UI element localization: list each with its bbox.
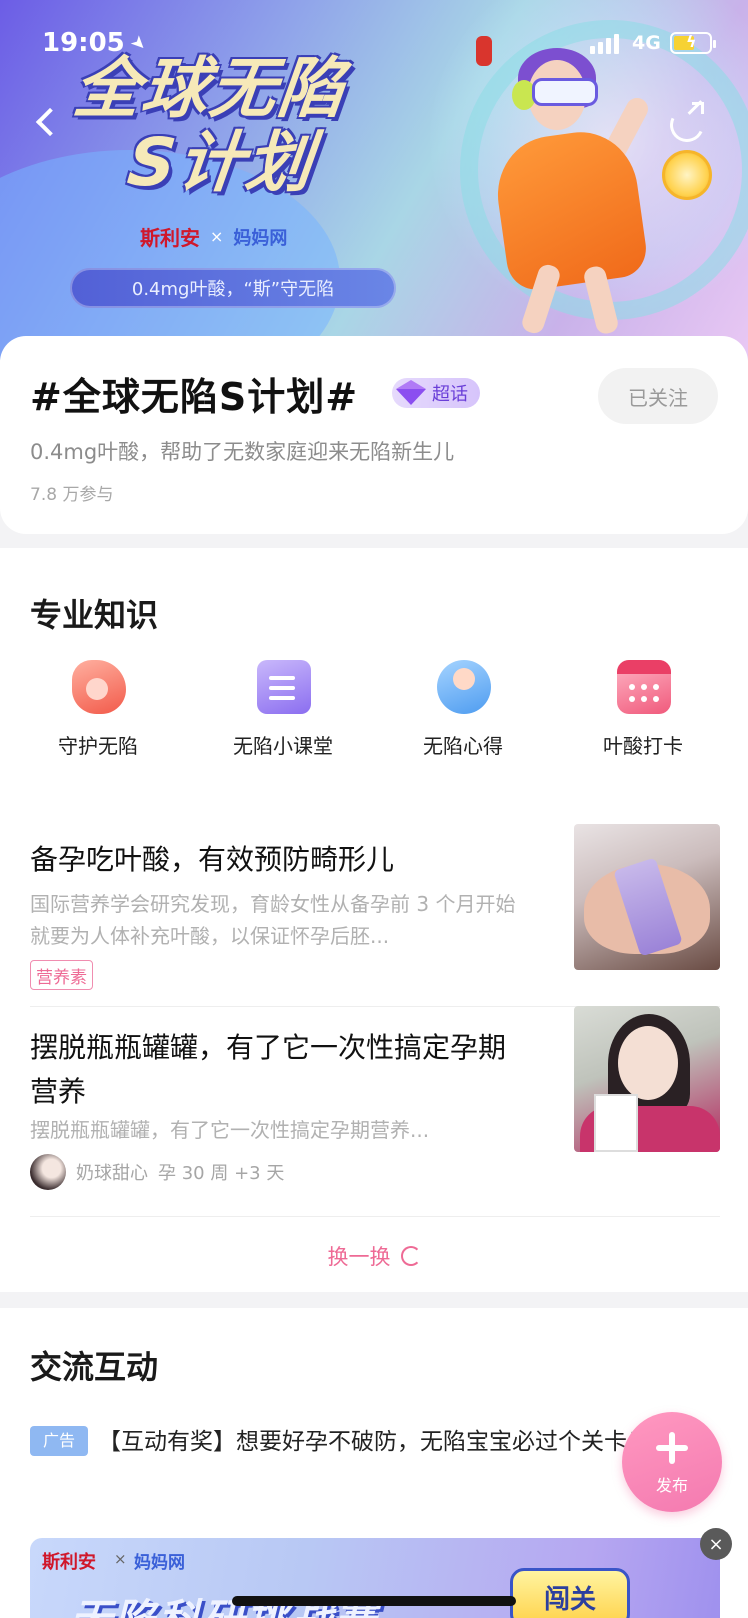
super-topic-badge: 超话 (392, 378, 480, 408)
battery-icon: ϟ (670, 32, 716, 54)
topic-description: 0.4mg叶酸，帮助了无数家庭迎来无陷新生儿 (30, 440, 455, 464)
home-indicator[interactable] (232, 1596, 516, 1606)
brand-logo-sirian: 斯利安 (140, 226, 200, 250)
category-label: 无陷小课堂 (233, 734, 333, 758)
article-author[interactable]: 奶球甜心 孕 30 周 +3 天 (30, 1154, 284, 1190)
article-tag[interactable]: 营养素 (30, 960, 93, 990)
category-item[interactable]: 守护无陷 (8, 660, 188, 770)
status-time-text: 19:05 (42, 28, 125, 58)
topic-card: #全球无陷S计划# 超话 已关注 0.4mg叶酸，帮助了无数家庭迎来无陷新生儿 … (0, 336, 748, 534)
category-label: 无陷心得 (423, 734, 503, 758)
divider (30, 1216, 720, 1217)
status-time: 19:05 ➤ (42, 28, 151, 58)
article-description: 摆脱瓶瓶罐罐，有了它一次性搞定孕期营养... (30, 1118, 430, 1142)
network-type: 4G (632, 32, 661, 54)
clipboard-icon (257, 660, 311, 714)
ad-post[interactable]: 广告 【互动有奖】想要好孕不破防，无陷宝宝必过个关卡！ (30, 1420, 650, 1464)
banner-slogan: 0.4mg叶酸，“斯”守无陷 (70, 268, 396, 308)
signal-icon (590, 32, 619, 54)
calendar-icon (617, 660, 671, 714)
author-name: 奶球甜心 (76, 1163, 148, 1184)
pregnancy-week: 孕 30 周 +3 天 (158, 1163, 285, 1184)
follow-button[interactable]: 已关注 (598, 368, 718, 424)
brand-logo-mamawang: 妈妈网 (233, 227, 288, 249)
article-title: 摆脱瓶瓶罐罐，有了它一次性搞定孕期营养 (30, 1031, 507, 1108)
banner-title-line2: S计划 (124, 124, 318, 201)
banner-brands: 斯利安 × 妈妈网 (140, 222, 287, 251)
ad-badge: 广告 (30, 1426, 88, 1456)
ad-post-text: 【互动有奖】想要好孕不破防，无陷宝宝必过个关卡！ (98, 1429, 650, 1455)
illustration-clock (662, 150, 712, 200)
knowledge-section: 专业知识 守护无陷 无陷小课堂 无陷心得 叶酸打卡 备孕吃叶酸，有效预防畸形儿 … (0, 548, 748, 1292)
super-topic-badge-label: 超话 (432, 384, 468, 405)
article-card[interactable]: 摆脱瓶瓶罐罐，有了它一次性搞定孕期营养 摆脱瓶瓶罐罐，有了它一次性搞定孕期营养.… (30, 1006, 720, 1190)
close-icon[interactable]: × (700, 1528, 732, 1560)
ad-play-button[interactable]: 闯关 (510, 1568, 630, 1618)
ad-brand-mamawang: 妈妈网 (134, 1553, 185, 1573)
publish-button[interactable]: 发布 (622, 1412, 722, 1512)
category-item[interactable]: 无陷心得 (373, 660, 553, 770)
location-arrow-icon: ➤ (125, 30, 152, 56)
section-title: 交流互动 (30, 1348, 159, 1386)
article-title: 备孕吃叶酸，有效预防畸形儿 (30, 843, 395, 876)
publish-label: 发布 (655, 1476, 688, 1495)
refresh-button[interactable]: 换一换 (0, 1236, 748, 1276)
refresh-icon (400, 1246, 421, 1266)
back-button[interactable] (26, 100, 66, 144)
topic-title: #全球无陷S计划# (30, 375, 359, 419)
avatar (30, 1154, 66, 1190)
article-thumbnail (574, 1006, 720, 1152)
diamond-icon (396, 380, 426, 406)
pregnancy-icon (72, 660, 126, 714)
ad-brand-cross: × (114, 1550, 127, 1568)
section-title: 专业知识 (30, 596, 159, 634)
status-bar: 19:05 ➤ 4G ϟ (0, 0, 748, 88)
brand-cross: × (210, 227, 224, 246)
category-item[interactable]: 叶酸打卡 (553, 660, 733, 770)
category-label: 叶酸打卡 (603, 734, 683, 758)
participant-count: 7.8 万参与 (30, 485, 114, 505)
category-item[interactable]: 无陷小课堂 (193, 660, 373, 770)
ad-brand-sirian: 斯利安 (42, 1552, 96, 1573)
plus-icon (656, 1432, 688, 1464)
refresh-label: 换一换 (327, 1245, 391, 1269)
category-row: 守护无陷 无陷小课堂 无陷心得 叶酸打卡 (0, 660, 748, 770)
mother-baby-icon (437, 660, 491, 714)
article-card[interactable]: 备孕吃叶酸，有效预防畸形儿 国际营养学会研究发现，育龄女性从备孕前 3 个月开始… (30, 824, 720, 990)
article-thumbnail (574, 824, 720, 970)
category-label: 守护无陷 (58, 734, 138, 758)
ad-banner[interactable]: 斯利安 × 妈妈网 无陷科研挑战赛 闯关 (30, 1538, 720, 1618)
article-description: 国际营养学会研究发现，育龄女性从备孕前 3 个月开始就要为人体补充叶酸，以保证怀… (30, 892, 516, 948)
share-icon[interactable] (665, 100, 709, 147)
